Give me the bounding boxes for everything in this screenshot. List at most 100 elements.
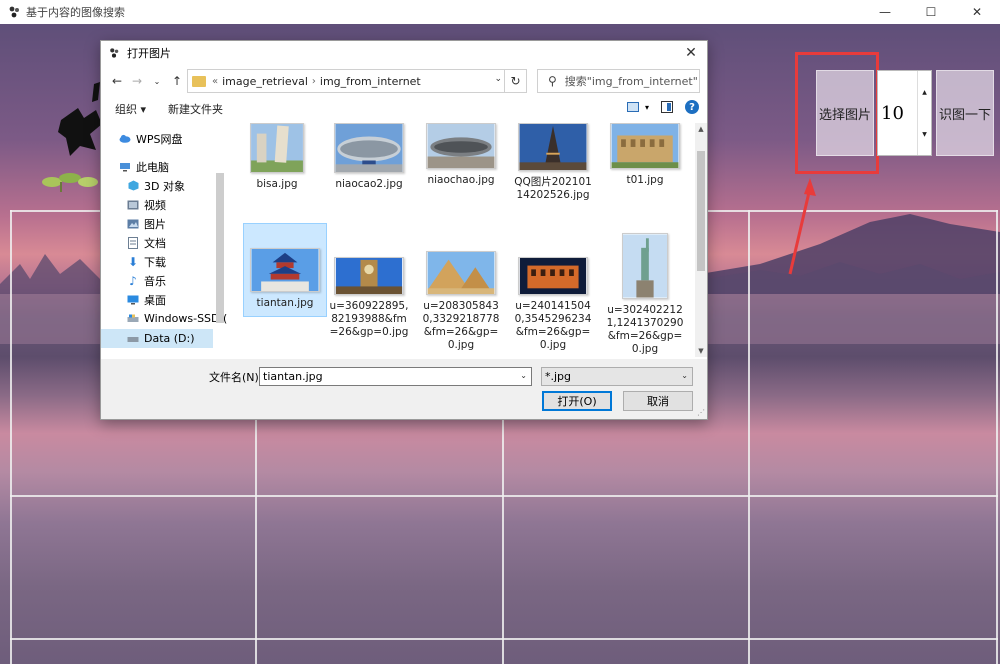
tree-label: 此电脑 — [136, 160, 169, 174]
thumbnail-image — [518, 257, 588, 295]
file-name: niaochao.jpg — [427, 174, 495, 186]
cancel-button[interactable]: 取消 — [623, 391, 693, 411]
view-dropdown-icon[interactable]: ▾ — [645, 103, 649, 112]
computer-icon — [119, 161, 131, 172]
tree-label: 音乐 — [144, 274, 166, 288]
breadcrumb-segment[interactable]: image_retrieval — [222, 75, 308, 88]
file-name: niaocao2.jpg — [335, 178, 403, 190]
thumbnail-image — [426, 123, 496, 169]
file-name: u=2401415040,3545296234&fm=26&gp=0.jpg — [514, 300, 592, 351]
main-titlebar: 基于内容的图像搜索 — ☐ ✕ — [0, 0, 1000, 24]
address-bar[interactable]: « image_retrieval › img_from_internet ⌄ … — [187, 69, 527, 93]
tree-item-pictures[interactable]: 图片 — [127, 214, 166, 233]
breadcrumb-segment[interactable]: img_from_internet — [320, 75, 421, 88]
tree-item-desktop[interactable]: 桌面 — [127, 290, 166, 309]
dialog-close-button[interactable]: ✕ — [681, 43, 701, 63]
open-file-dialog: 打开图片 ✕ ← → ⌄ ↑ « image_retrieval › img_f… — [100, 40, 708, 420]
tree-item-windows-ssd[interactable]: Windows-SSD ( — [127, 309, 227, 328]
tree-item-documents[interactable]: 文档 — [127, 233, 166, 252]
result-count-spinbox[interactable]: 10 ▲ ▼ — [877, 70, 932, 156]
filename-input[interactable]: tiantan.jpg ⌄ — [259, 367, 532, 386]
cube-icon — [127, 180, 139, 191]
highlight-annotation — [795, 52, 879, 174]
filter-value[interactable]: *.jpg — [545, 370, 571, 383]
dialog-footer: 文件名(N): tiantan.jpg ⌄ *.jpg ⌄ 打开(O) 取消 ⋰ — [101, 359, 707, 419]
search-box[interactable]: ⚲ 搜索"img_from_internet" — [537, 69, 700, 93]
tree-item-data-drive[interactable]: Data (D:) — [101, 329, 213, 348]
preview-pane-icon[interactable] — [661, 101, 673, 113]
spinbox-value[interactable]: 10 — [878, 71, 917, 155]
tree-item-downloads[interactable]: ⬇ 下载 — [127, 252, 166, 271]
address-dropdown-icon[interactable]: ⌄ — [494, 74, 502, 84]
cloud-icon — [119, 133, 131, 144]
thumbnail-image — [334, 123, 404, 173]
drive-icon — [127, 313, 139, 324]
minimize-button[interactable]: — — [862, 0, 908, 24]
filter-dropdown-icon[interactable]: ⌄ — [681, 371, 688, 380]
file-type-filter[interactable]: *.jpg ⌄ — [541, 367, 693, 386]
help-icon[interactable]: ? — [685, 100, 699, 114]
filename-value[interactable]: tiantan.jpg — [263, 370, 323, 383]
spinbox-arrows: ▲ ▼ — [917, 71, 931, 155]
tree-item-music[interactable]: ♪ 音乐 — [127, 271, 166, 290]
file-name: t01.jpg — [626, 174, 664, 186]
window-controls: — ☐ ✕ — [862, 0, 1000, 24]
document-icon — [127, 236, 139, 249]
app-icon — [6, 4, 22, 20]
nav-scrollbar[interactable] — [215, 123, 225, 343]
file-item[interactable]: niaocao2.jpg — [327, 123, 411, 191]
spin-down-icon[interactable]: ▼ — [918, 113, 931, 155]
tree-item-this-pc[interactable]: 此电脑 — [119, 157, 169, 176]
back-arrow-icon[interactable]: ← — [107, 70, 127, 92]
file-item[interactable]: bisa.jpg — [235, 123, 319, 191]
file-item[interactable]: u=2401415040,3545296234&fm=26&gp=0.jpg — [511, 257, 595, 352]
file-name: tiantan.jpg — [256, 297, 314, 309]
maximize-button[interactable]: ☐ — [908, 0, 954, 24]
file-item[interactable]: u=360922895,82193988&fm=26&gp=0.jpg — [327, 257, 411, 339]
file-item-selected[interactable]: tiantan.jpg — [243, 223, 327, 317]
file-item[interactable]: QQ图片20210114202526.jpg — [511, 123, 595, 202]
thumbnail-image — [426, 251, 496, 295]
tree-label: 下载 — [144, 255, 166, 269]
grid-line — [10, 638, 998, 640]
tree-label: Data (D:) — [144, 332, 195, 345]
search-placeholder[interactable]: 搜索"img_from_internet" — [565, 73, 698, 89]
file-list: bisa.jpg niaocao2.jpg niaochao.jpg QQ图片2… — [229, 123, 695, 357]
grid-line — [748, 210, 750, 664]
new-folder-button[interactable]: 新建文件夹 — [168, 101, 223, 117]
address-overflow[interactable]: « — [212, 76, 218, 87]
file-scroll-thumb[interactable] — [697, 151, 705, 271]
view-mode-icon[interactable] — [626, 102, 639, 112]
forward-arrow-icon[interactable]: → — [127, 70, 147, 92]
tree-item-3d[interactable]: 3D 对象 — [127, 176, 185, 195]
file-item[interactable]: niaochao.jpg — [419, 123, 503, 187]
up-arrow-icon[interactable]: ↑ — [167, 70, 187, 92]
grid-line — [10, 210, 12, 664]
file-item[interactable]: t01.jpg — [603, 123, 687, 187]
recognize-button[interactable]: 识图一下 — [936, 70, 994, 156]
thumbnail-image — [250, 123, 304, 173]
tree-label: WPS网盘 — [136, 132, 183, 146]
open-button[interactable]: 打开(O) — [542, 391, 612, 411]
organize-menu[interactable]: 组织 ▾ — [115, 101, 146, 117]
grid-line — [996, 210, 998, 664]
refresh-icon[interactable]: ↻ — [504, 70, 526, 92]
scroll-down-icon[interactable]: ▼ — [695, 345, 707, 357]
download-icon: ⬇ — [127, 254, 139, 269]
filename-dropdown-icon[interactable]: ⌄ — [520, 371, 527, 380]
tree-item-wps[interactable]: WPS网盘 — [119, 129, 183, 148]
spin-up-icon[interactable]: ▲ — [918, 71, 931, 113]
resize-grip-icon[interactable]: ⋰ — [697, 408, 705, 417]
tree-label: 视频 — [144, 198, 166, 212]
file-scrollbar[interactable]: ▲ ▼ — [695, 123, 707, 357]
file-item[interactable]: u=2083058430,3329218778&fm=26&gp=0.jpg — [419, 251, 503, 352]
recent-dropdown-icon[interactable]: ⌄ — [147, 70, 167, 92]
file-item[interactable]: u=3024022121,1241370290&fm=26&gp=0.jpg — [603, 233, 687, 356]
nav-scroll-thumb[interactable] — [216, 173, 224, 323]
close-window-button[interactable]: ✕ — [954, 0, 1000, 24]
red-arrow-annotation — [788, 178, 816, 275]
file-name: bisa.jpg — [256, 178, 298, 190]
calligraphy-logo — [58, 82, 102, 156]
tree-item-video[interactable]: 视频 — [127, 195, 166, 214]
scroll-up-icon[interactable]: ▲ — [695, 123, 707, 135]
